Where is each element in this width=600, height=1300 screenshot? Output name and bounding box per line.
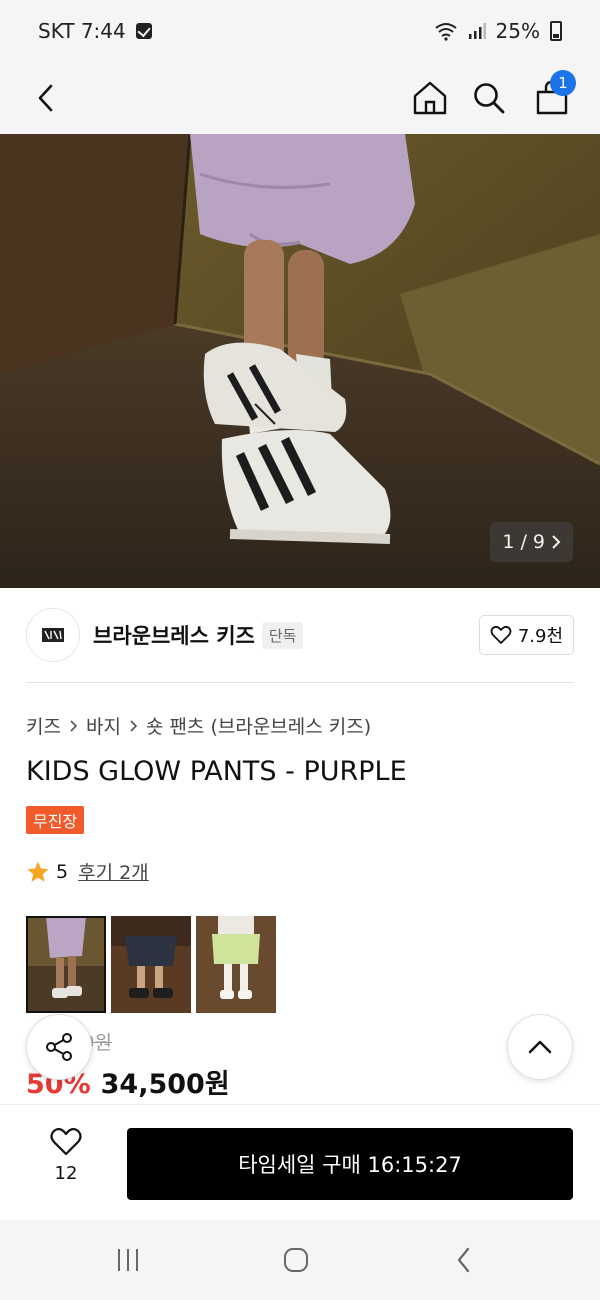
back-arrow-icon: [38, 84, 53, 112]
image-counter-text: 1 / 9: [502, 531, 545, 553]
divider: [26, 682, 574, 683]
wifi-icon: [434, 23, 457, 41]
chevron-right-icon: [552, 535, 561, 549]
heart-icon: [50, 1127, 82, 1156]
sale-price: 34,500원: [100, 1069, 230, 1100]
carrier-time: SKT 7:44: [38, 19, 126, 43]
brand-like-count: 7.9천: [517, 626, 563, 647]
battery-icon: [550, 21, 562, 41]
thumbnail-image: [196, 916, 276, 1013]
brand-row[interactable]: 브라운브레스 키즈 단독 7.9천: [26, 608, 574, 662]
search-icon: [474, 83, 505, 114]
chevron-up-icon: [528, 1040, 552, 1054]
breadcrumb-item[interactable]: 바지: [86, 712, 121, 739]
bottom-purchase-bar: 12 타임세일 구매 16:15:27: [0, 1104, 600, 1220]
brand-name[interactable]: 브라운브레스 키즈: [93, 620, 255, 650]
thumbnail-strip: [26, 916, 276, 1013]
cart-button[interactable]: 1: [526, 70, 578, 124]
home-icon: [413, 81, 447, 115]
buy-button[interactable]: 타임세일 구매 16:15:27: [127, 1128, 573, 1200]
search-button[interactable]: [463, 72, 515, 124]
review-link[interactable]: 후기 2개: [78, 858, 149, 885]
product-title: KIDS GLOW PANTS - PURPLE: [26, 756, 407, 787]
product-image-gallery[interactable]: 1 / 9: [0, 134, 600, 588]
share-button[interactable]: [26, 1014, 92, 1080]
wishlist-count: 12: [54, 1163, 78, 1184]
brand-logo[interactable]: [26, 608, 80, 662]
recent-apps-icon: [118, 1249, 138, 1271]
chevron-right-icon: [130, 719, 138, 732]
breadcrumb-item[interactable]: 키즈: [26, 712, 61, 739]
signal-icon: [468, 23, 486, 39]
star-icon: [27, 861, 49, 882]
breadcrumb: 키즈 바지 숏 팬츠 (브라운브레스 키즈): [26, 712, 371, 739]
thumbnail-purple[interactable]: [26, 916, 106, 1013]
rating-value: 5: [56, 860, 69, 883]
breadcrumb-item[interactable]: 숏 팬츠 (브라운브레스 키즈): [146, 712, 371, 739]
thumbnail-green[interactable]: [196, 916, 276, 1013]
heart-icon: [490, 625, 512, 644]
top-nav: 1: [0, 62, 600, 134]
recent-apps-button[interactable]: [106, 1238, 150, 1282]
back-chevron-icon: [457, 1247, 470, 1273]
system-nav-bar: [0, 1220, 600, 1300]
notification-check-icon: [135, 23, 152, 39]
share-icon: [46, 1033, 72, 1061]
thumbnail-image: [26, 916, 106, 1013]
store-badge: 무진장: [26, 806, 85, 834]
home-button[interactable]: [404, 72, 456, 124]
exclusive-tag: 단독: [261, 621, 304, 649]
rating-row: 5 후기 2개: [26, 858, 149, 885]
back-button[interactable]: [20, 72, 72, 124]
scroll-to-top-button[interactable]: [507, 1014, 573, 1080]
home-circle-icon: [284, 1248, 308, 1272]
cart-count-badge: 1: [550, 70, 576, 96]
wishlist-button[interactable]: 12: [36, 1127, 96, 1184]
brand-logo-mark: [42, 628, 64, 642]
image-counter: 1 / 9: [490, 522, 573, 562]
thumbnail-black[interactable]: [111, 916, 191, 1013]
back-system-button[interactable]: [442, 1238, 486, 1282]
status-bar: SKT 7:44 25%: [0, 0, 600, 62]
product-photo: [0, 134, 600, 588]
brand-like-button[interactable]: 7.9천: [478, 615, 574, 655]
battery-percent: 25%: [495, 19, 540, 43]
chevron-right-icon: [70, 719, 78, 732]
thumbnail-image: [111, 916, 191, 1013]
home-system-button[interactable]: [274, 1238, 318, 1282]
